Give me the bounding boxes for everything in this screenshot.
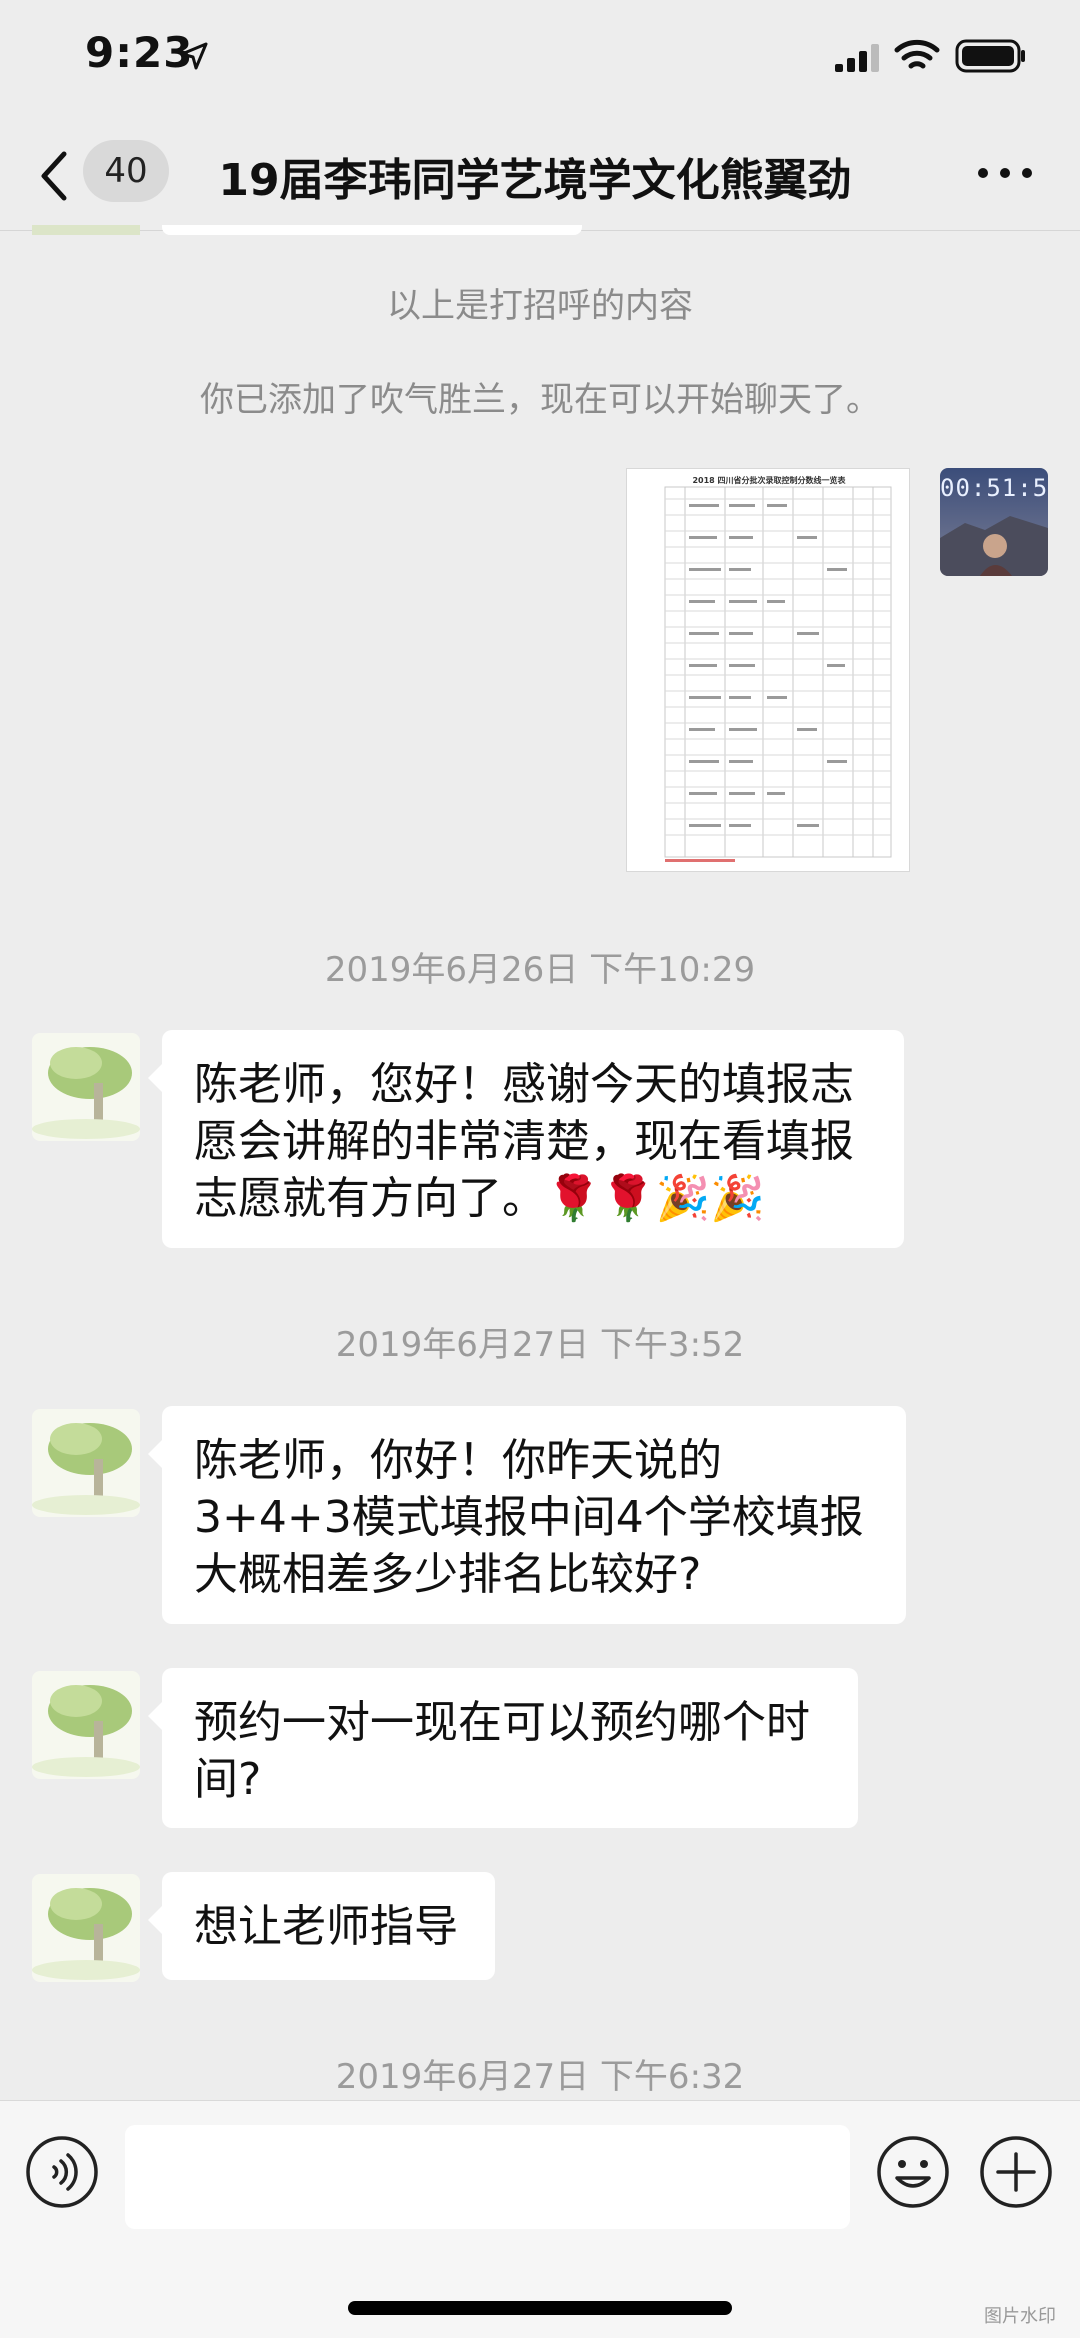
image-watermark: 图片水印: [984, 2306, 1056, 2327]
sent-image-table: [664, 486, 892, 862]
battery-icon: [955, 39, 1025, 73]
message-bubble[interactable]: 陈老师，您好！感谢今天的填报志愿会讲解的非常清楚，现在看填报志愿就有方向了。🌹🌹…: [148, 1030, 904, 1248]
timestamp: 2019年6月27日 下午3:52: [335, 1325, 745, 1365]
tree-avatar-image: [32, 1874, 140, 1982]
chat-title: 19届李玮同学艺境学文化熊翼劲: [218, 155, 852, 206]
wifi-icon: [894, 39, 940, 69]
emoji-icon[interactable]: [875, 2134, 951, 2210]
back-arrow-icon[interactable]: [36, 146, 76, 206]
sent-image-message[interactable]: 2018 四川省分批次录取控制分数线一览表: [626, 468, 910, 872]
tree-avatar-image: [32, 1409, 140, 1517]
status-bar: 9:23: [0, 0, 1080, 120]
avatar-clock-text: 00:51:59: [940, 474, 1048, 502]
system-message-added: 你已添加了吹气胜兰，现在可以开始聊天了。: [200, 380, 880, 420]
message-bubble[interactable]: 预约一对一现在可以预约哪个时间?: [148, 1668, 858, 1828]
message-bubble[interactable]: 想让老师指导: [148, 1872, 495, 1980]
add-more-icon[interactable]: [978, 2134, 1054, 2210]
timestamp: 2019年6月26日 下午10:29: [324, 950, 756, 990]
timestamp: 2019年6月27日 下午6:32: [335, 2057, 745, 2097]
home-indicator[interactable]: [348, 2301, 732, 2315]
message-input[interactable]: [125, 2125, 850, 2229]
more-options-icon[interactable]: [975, 158, 1035, 188]
unread-count-badge[interactable]: 40: [83, 140, 169, 202]
cellular-signal-icon: [835, 44, 879, 72]
my-avatar[interactable]: 00:51:59: [940, 468, 1048, 576]
partial-avatar: [32, 225, 140, 235]
system-message-greeting: 以上是打招呼的内容: [387, 286, 693, 326]
message-bubble[interactable]: 陈老师，你好！你昨天说的3+4+3模式填报中间4个学校填报大概相差多少排名比较好…: [148, 1406, 906, 1624]
tree-avatar-image: [32, 1671, 140, 1779]
partial-message-bubble: [162, 225, 582, 235]
contact-avatar[interactable]: [32, 1033, 140, 1141]
location-arrow-icon: [180, 42, 208, 70]
contact-avatar[interactable]: [32, 1671, 140, 1779]
tree-avatar-image: [32, 1033, 140, 1141]
voice-input-icon[interactable]: [24, 2134, 100, 2210]
contact-avatar[interactable]: [32, 1874, 140, 1982]
chat-header: 40 19届李玮同学艺境学文化熊翼劲: [0, 120, 1080, 231]
contact-avatar[interactable]: [32, 1409, 140, 1517]
